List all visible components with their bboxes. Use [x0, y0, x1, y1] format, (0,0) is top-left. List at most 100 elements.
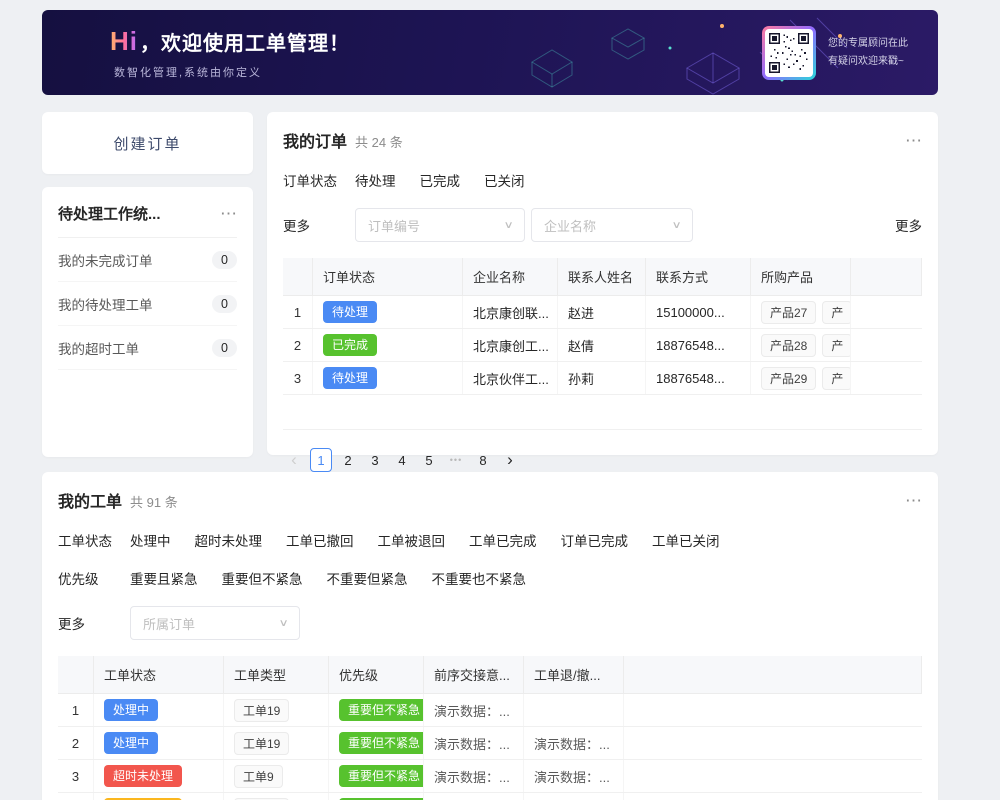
qr-caption-line2: 有疑问欢迎来戳~: [828, 53, 908, 71]
tickets-more-icon[interactable]: ⋯: [905, 492, 922, 509]
company-name-select[interactable]: 企业名称 ∨: [531, 208, 693, 242]
pre-handover-cell: 演示数据：...: [424, 793, 524, 800]
order-status-filter-row: 订单状态 待处理 已完成 已关闭: [283, 170, 922, 190]
pagination-page-2[interactable]: 2: [337, 448, 359, 472]
pagination-next-icon[interactable]: ›: [499, 448, 521, 472]
company-cell: 北京康创联...: [463, 296, 558, 328]
product-tag: 产: [822, 334, 851, 357]
chevron-down-icon: ∨: [278, 618, 288, 629]
product-tag: 产品28: [761, 334, 816, 357]
banner-subtitle: 数智化管理,系统由你定义: [110, 64, 350, 80]
stats-more-icon[interactable]: ⋯: [220, 205, 237, 222]
orders-more-filter-row: 更多 订单编号 ∨ 企业名称 ∨ 更多: [283, 208, 922, 242]
filter-option-important-not-urgent[interactable]: 重要但不紧急: [222, 568, 303, 588]
pagination-page-8[interactable]: 8: [472, 448, 494, 472]
filter-option-pending[interactable]: 待处理: [355, 170, 396, 190]
contact-cell: 孙莉: [558, 362, 646, 394]
filter-option-processing[interactable]: 处理中: [130, 530, 171, 550]
pagination-page-4[interactable]: 4: [391, 448, 413, 472]
filter-option-important-urgent[interactable]: 重要且紧急: [130, 568, 198, 588]
ticket-type-tag: 工单19: [234, 732, 289, 755]
qr-code[interactable]: [762, 26, 816, 80]
product-tag: 产品29: [761, 367, 816, 390]
ticket-row-1[interactable]: 1 处理中 工单19 重要但不紧急 演示数据：...: [58, 694, 922, 727]
order-number-select[interactable]: 订单编号 ∨: [355, 208, 525, 242]
stat-item-unfinished-orders[interactable]: 我的未完成订单 0: [58, 238, 237, 282]
pagination-prev-icon[interactable]: ‹: [283, 448, 305, 472]
order-row-1[interactable]: 1 待处理 北京康创联... 赵进 15100000... 产品27 产: [283, 296, 922, 329]
ticket-status-badge: 超时未处理: [104, 765, 182, 787]
company-cell: 北京伙伴工...: [463, 362, 558, 394]
stat-label: 我的未完成订单: [58, 250, 153, 270]
priority-filter-row: 优先级 重要且紧急 重要但不紧急 不重要但紧急 不重要也不紧急: [58, 568, 922, 588]
filter-option-overdue[interactable]: 超时未处理: [195, 530, 263, 550]
banner-text-block: Hi ，欢迎使用工单管理！ 数智化管理,系统由你定义: [110, 26, 350, 80]
stat-item-overdue-tickets[interactable]: 我的超时工单 0: [58, 326, 237, 370]
withdraw-cell: 演示数据：...: [524, 760, 624, 792]
ticket-status-badge: 处理中: [104, 732, 158, 754]
filter-option-not-important-urgent[interactable]: 不重要但紧急: [327, 568, 408, 588]
phone-cell: 18876548...: [646, 362, 751, 394]
tickets-table: 工单状态 工单类型 优先级 前序交接意... 工单退/撤... 1 处理中 工单…: [58, 656, 922, 800]
stat-item-pending-tickets[interactable]: 我的待处理工单 0: [58, 282, 237, 326]
order-status-filter-label: 订单状态: [283, 170, 355, 190]
banner-title-rest: ，欢迎使用工单管理！: [140, 27, 350, 56]
page: Hi ，欢迎使用工单管理！ 数智化管理,系统由你定义: [42, 0, 938, 800]
filter-option-ticket-done[interactable]: 工单已完成: [469, 530, 537, 550]
order-row-2[interactable]: 2 已完成 北京康创工... 赵倩 18876548... 产品28 产: [283, 329, 922, 362]
ticket-type-tag: 工单19: [234, 699, 289, 722]
col-contact-phone: 联系方式: [646, 258, 751, 295]
col-priority: 优先级: [329, 656, 424, 693]
pending-work-stats-card: 待处理工作统... ⋯ 我的未完成订单 0 我的待处理工单 0 我的超时工单 0: [42, 187, 253, 457]
contact-cell: 赵进: [558, 296, 646, 328]
chevron-down-icon: ∨: [671, 220, 681, 231]
pagination-page-1[interactable]: 1: [310, 448, 332, 472]
filter-option-returned[interactable]: 工单被退回: [378, 530, 446, 550]
withdraw-cell: [524, 694, 624, 726]
pagination-page-5[interactable]: 5: [418, 448, 440, 472]
products-cell: 产品27 产: [751, 296, 851, 328]
ticket-row-3[interactable]: 3 超时未处理 工单9 重要但不紧急 演示数据：... 演示数据：...: [58, 760, 922, 793]
ticket-row-4[interactable]: 4 工单已撤回 工单16 重要但不紧急 演示数据：... 演示数据：...: [58, 793, 922, 800]
my-orders-panel: 我的订单 共 24 条 ⋯ 订单状态 待处理 已完成 已关闭 更多 订单编号 ∨…: [267, 112, 938, 455]
tickets-more-filter-row: 更多 所属订单 ∨: [58, 606, 922, 640]
orders-panel-title: 我的订单: [283, 128, 347, 152]
tickets-more-label: 更多: [58, 613, 130, 633]
stats-card-title: 待处理工作统...: [58, 203, 161, 224]
row-index: 1: [58, 694, 94, 726]
filter-option-ticket-closed[interactable]: 工单已关闭: [652, 530, 720, 550]
filter-option-withdrawn[interactable]: 工单已撤回: [286, 530, 354, 550]
filter-option-order-done[interactable]: 订单已完成: [561, 530, 629, 550]
row-index: 2: [58, 727, 94, 759]
phone-cell: 15100000...: [646, 296, 751, 328]
orders-count: 共 24 条: [355, 132, 403, 151]
create-order-button[interactable]: 创建订单: [113, 133, 181, 154]
ticket-row-2[interactable]: 2 处理中 工单19 重要但不紧急 演示数据：... 演示数据：...: [58, 727, 922, 760]
col-products: 所购产品: [751, 258, 851, 295]
orders-more-icon[interactable]: ⋯: [905, 132, 922, 149]
filter-option-not-important-not-urgent[interactable]: 不重要也不紧急: [432, 568, 527, 588]
orders-table-header: 订单状态 企业名称 联系人姓名 联系方式 所购产品: [283, 258, 922, 296]
priority-badge: 重要但不紧急: [339, 699, 424, 721]
withdraw-cell: 演示数据：...: [524, 793, 624, 800]
orders-pagination: ‹ 1 2 3 4 5 ••• 8 ›: [283, 448, 922, 472]
parent-order-select[interactable]: 所属订单 ∨: [130, 606, 300, 640]
filter-option-closed[interactable]: 已关闭: [484, 170, 525, 190]
orders-table: 订单状态 企业名称 联系人姓名 联系方式 所购产品 1 待处理 北京康创联...…: [283, 258, 922, 430]
sidebar: 创建订单 待处理工作统... ⋯ 我的未完成订单 0 我的待处理工单 0 我的超…: [42, 112, 253, 457]
pagination-ellipsis-icon[interactable]: •••: [445, 448, 467, 472]
orders-more-link[interactable]: 更多: [895, 215, 922, 235]
stat-count-badge: 0: [212, 251, 237, 269]
chevron-down-icon: ∨: [503, 220, 513, 231]
order-status-badge: 待处理: [323, 367, 377, 389]
table-empty-space: [283, 395, 922, 430]
ticket-type-tag: 工单9: [234, 765, 283, 788]
pagination-page-3[interactable]: 3: [364, 448, 386, 472]
filter-option-completed[interactable]: 已完成: [420, 170, 461, 190]
qr-code-image: [765, 29, 813, 77]
order-status-badge: 待处理: [323, 301, 377, 323]
priority-badge: 重要但不紧急: [339, 732, 424, 754]
pre-handover-cell: 演示数据：...: [424, 727, 524, 759]
order-row-3[interactable]: 3 待处理 北京伙伴工... 孙莉 18876548... 产品29 产: [283, 362, 922, 395]
phone-cell: 18876548...: [646, 329, 751, 361]
